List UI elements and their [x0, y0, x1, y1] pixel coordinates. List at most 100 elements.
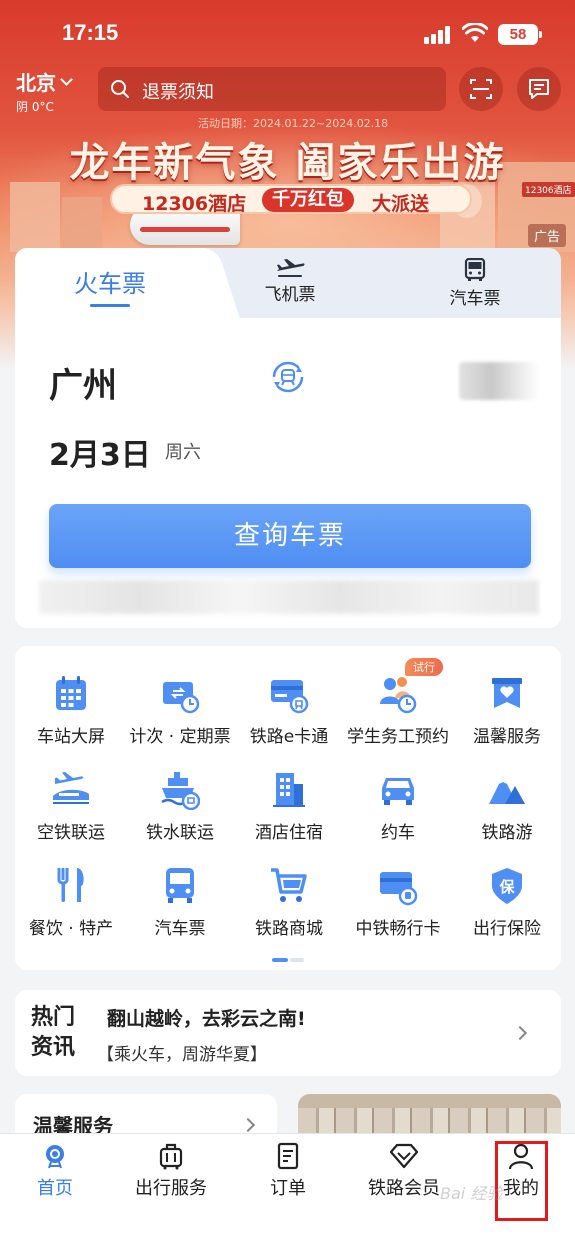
nav-label: 铁路会员 [368, 1178, 440, 1199]
service-student-worker[interactable]: 学生务工预约 [343, 674, 453, 764]
page-dot [290, 958, 304, 962]
tab-train-ticket[interactable]: 火车票 [15, 248, 205, 318]
grid-page-indicator[interactable] [272, 958, 304, 962]
hot-news-tag: 热门 资讯 [31, 1002, 91, 1062]
promo-pill: 12306酒店 千万红包 大派送 [110, 184, 472, 215]
query-tickets-button[interactable]: 查询车票 [49, 504, 531, 568]
message-icon [529, 79, 549, 99]
status-bar: 17:15 58 [0, 0, 575, 64]
banner-building [62, 197, 102, 252]
tab-bus-ticket[interactable]: 汽车票 [425, 248, 525, 318]
bus-icon [464, 258, 486, 281]
swap-stations-icon[interactable] [269, 358, 307, 396]
student-worker-icon [380, 677, 417, 714]
dining-icon [57, 868, 84, 902]
airplane-icon [277, 259, 305, 277]
nav-travel-services[interactable]: 出行服务 [121, 1142, 221, 1200]
luggage-icon [159, 1143, 183, 1170]
tab-flight-ticket[interactable]: 飞机票 [235, 248, 345, 318]
service-rail-sea[interactable]: 铁水联运 [125, 770, 235, 860]
station-screen-icon [56, 676, 86, 710]
messages-button[interactable] [517, 67, 561, 111]
hot-news-tag-line2: 资讯 [31, 1034, 76, 1060]
diamond-icon [389, 1143, 419, 1169]
service-station-screen[interactable]: 车站大屏 [16, 674, 126, 764]
tab-underline [90, 304, 130, 307]
service-hotel[interactable]: 酒店住宿 [234, 770, 344, 860]
nav-orders[interactable]: 订单 [238, 1142, 338, 1200]
service-period-ticket[interactable]: 计次 · 定期票 [125, 674, 235, 764]
service-label: 出行保险 [473, 919, 541, 939]
tab-label: 飞机票 [264, 285, 316, 305]
service-insurance[interactable]: 保 出行保险 [452, 866, 562, 956]
rail-tour-icon [489, 776, 525, 804]
nav-label: 订单 [270, 1178, 306, 1199]
insurance-icon: 保 [492, 868, 522, 904]
chevron-right-icon [240, 1117, 256, 1133]
service-bus-ticket[interactable]: 汽车票 [125, 866, 235, 956]
service-warm[interactable]: 温馨服务 [452, 674, 562, 764]
departure-weekday: 周六 [165, 442, 201, 463]
scan-button[interactable] [459, 67, 503, 111]
service-label: 铁路游 [481, 823, 533, 843]
hot-news-tag-line1: 热门 [31, 1004, 76, 1030]
trial-badge: 试行 [405, 658, 443, 676]
nav-home[interactable]: 首页 [5, 1142, 105, 1200]
ticket-form: 广州 2月3日 周六 查询车票 [15, 318, 561, 628]
search-placeholder: 退票须知 [142, 82, 214, 103]
svg-text:保: 保 [498, 878, 515, 896]
promo-pill-mid: 千万红包 [262, 188, 354, 212]
wifi-icon [462, 23, 488, 42]
departure-city[interactable]: 广州 [49, 358, 117, 407]
hotel-tag: 12306酒店 [522, 182, 575, 197]
nav-rail-member[interactable]: 铁路会员 [354, 1142, 454, 1200]
status-time: 17:15 [62, 20, 119, 45]
service-air-rail[interactable]: 空铁联运 [16, 770, 126, 860]
promo-pill-left: 12306酒店 [142, 193, 247, 215]
car-icon [382, 778, 414, 805]
promo-title: 龙年新气象 阖家乐出游 [69, 139, 506, 186]
service-car[interactable]: 约车 [343, 770, 453, 860]
mall-cart-icon [271, 868, 307, 902]
service-rail-card[interactable]: 中铁畅行卡 [343, 866, 453, 956]
chevron-down-icon [60, 73, 73, 86]
order-icon [277, 1142, 299, 1170]
search-history-blurred [39, 580, 539, 614]
search-icon [111, 80, 129, 98]
e-card-icon [271, 680, 309, 714]
service-rail-tour[interactable]: 铁路游 [452, 770, 562, 860]
search-input[interactable]: 退票须知 [98, 67, 446, 111]
air-rail-icon [53, 772, 89, 804]
promo-date: 活动日期：2024.01.22~2024.02.18 [198, 117, 389, 130]
rail-card-icon [380, 872, 418, 906]
weather-text: 阴 0°C [16, 100, 54, 114]
news-title: 翻山越岭，去彩云之南! [107, 1008, 306, 1030]
city-name: 北京 [16, 71, 56, 95]
service-dining[interactable]: 餐饮 · 特产 [16, 866, 126, 956]
banner-building [10, 182, 60, 252]
nav-label: 首页 [37, 1178, 73, 1199]
tab-label: 火车票 [74, 270, 146, 298]
bus-ticket-icon [166, 868, 194, 903]
service-e-card[interactable]: 铁路e卡通 [234, 674, 344, 764]
cellular-signal-icon [424, 26, 454, 44]
tab-label: 汽车票 [449, 289, 501, 309]
hot-news-card[interactable]: 热门 资讯 翻山越岭，去彩云之南! 【乘火车，周游华夏】 [15, 990, 561, 1076]
chevron-right-icon [512, 1025, 528, 1041]
city-selector[interactable]: 北京 阴 0°C [16, 67, 73, 115]
departure-date[interactable]: 2月3日 [49, 430, 151, 474]
service-label: 温馨服务 [473, 727, 541, 747]
scan-icon [470, 79, 492, 99]
battery-icon: 58 [498, 24, 542, 45]
page-dot-active [272, 958, 288, 962]
home-icon [46, 1145, 64, 1169]
watermark: Bai 经验 [440, 1184, 503, 1203]
nav-label: 出行服务 [135, 1178, 207, 1199]
news-subtitle: 【乘火车，周游华夏】 [97, 1045, 267, 1065]
rail-sea-icon [161, 772, 200, 810]
service-mall[interactable]: 铁路商城 [234, 866, 344, 956]
ticket-search-card: 火车票 飞机票 汽车票 广州 2月3日 周六 查询车票 [15, 248, 561, 628]
arrival-city-blurred[interactable] [459, 362, 539, 400]
hotel-icon [273, 773, 305, 807]
warm-service-icon [492, 678, 522, 708]
